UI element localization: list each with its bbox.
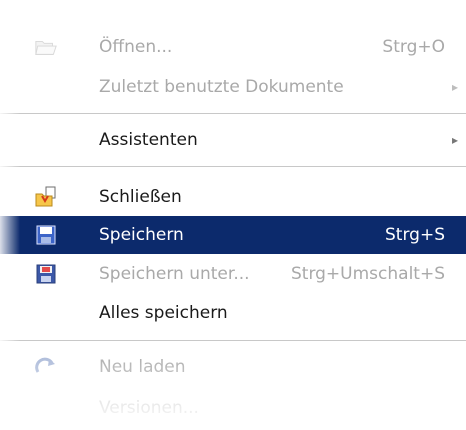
menu-item-label: Speichern (99, 225, 184, 245)
menu-item-versions[interactable]: Versionen... (0, 389, 466, 427)
shortcut-label: Strg+S (385, 225, 445, 245)
menu-item-open[interactable]: Öffnen... Strg+O (0, 28, 466, 66)
menu-item-label: Versionen... (99, 398, 199, 418)
close-document-icon (34, 185, 58, 209)
menu-item-label: Schließen (99, 187, 182, 207)
open-folder-icon (34, 35, 58, 59)
menu-item-label: Öffnen... (99, 37, 173, 57)
menu-separator (0, 340, 466, 341)
floppy-save-as-icon (34, 262, 58, 286)
floppy-save-icon (34, 223, 58, 247)
menu-separator (0, 113, 466, 114)
file-menu: Öffnen... Strg+O Zuletzt benutzte Dokume… (0, 0, 466, 430)
shortcut-label: Strg+Umschalt+S (290, 264, 445, 284)
submenu-arrow-icon: ▸ (451, 133, 458, 147)
menu-item-label: Neu laden (99, 357, 186, 377)
menu-item-label: Alles speichern (99, 303, 228, 323)
menu-item-wizards[interactable]: Assistenten ▸ (0, 121, 466, 159)
menu-item-save[interactable]: Speichern Strg+S (0, 216, 466, 254)
menu-item-recent-documents[interactable]: Zuletzt benutzte Dokumente ▸ (0, 68, 466, 106)
menu-item-close[interactable]: Schließen (0, 178, 466, 216)
submenu-arrow-icon: ▸ (451, 80, 458, 94)
menu-item-save-all[interactable]: Alles speichern (0, 294, 466, 332)
reload-icon (34, 355, 58, 379)
shortcut-label: Strg+O (382, 37, 445, 57)
menu-item-label: Assistenten (99, 130, 198, 150)
menu-item-reload[interactable]: Neu laden (0, 348, 466, 386)
menu-separator (0, 166, 466, 167)
menu-item-label: Zuletzt benutzte Dokumente (99, 77, 344, 97)
menu-item-label: Speichern unter... (99, 264, 250, 284)
menu-item-save-as[interactable]: Speichern unter... Strg+Umschalt+S (0, 255, 466, 293)
